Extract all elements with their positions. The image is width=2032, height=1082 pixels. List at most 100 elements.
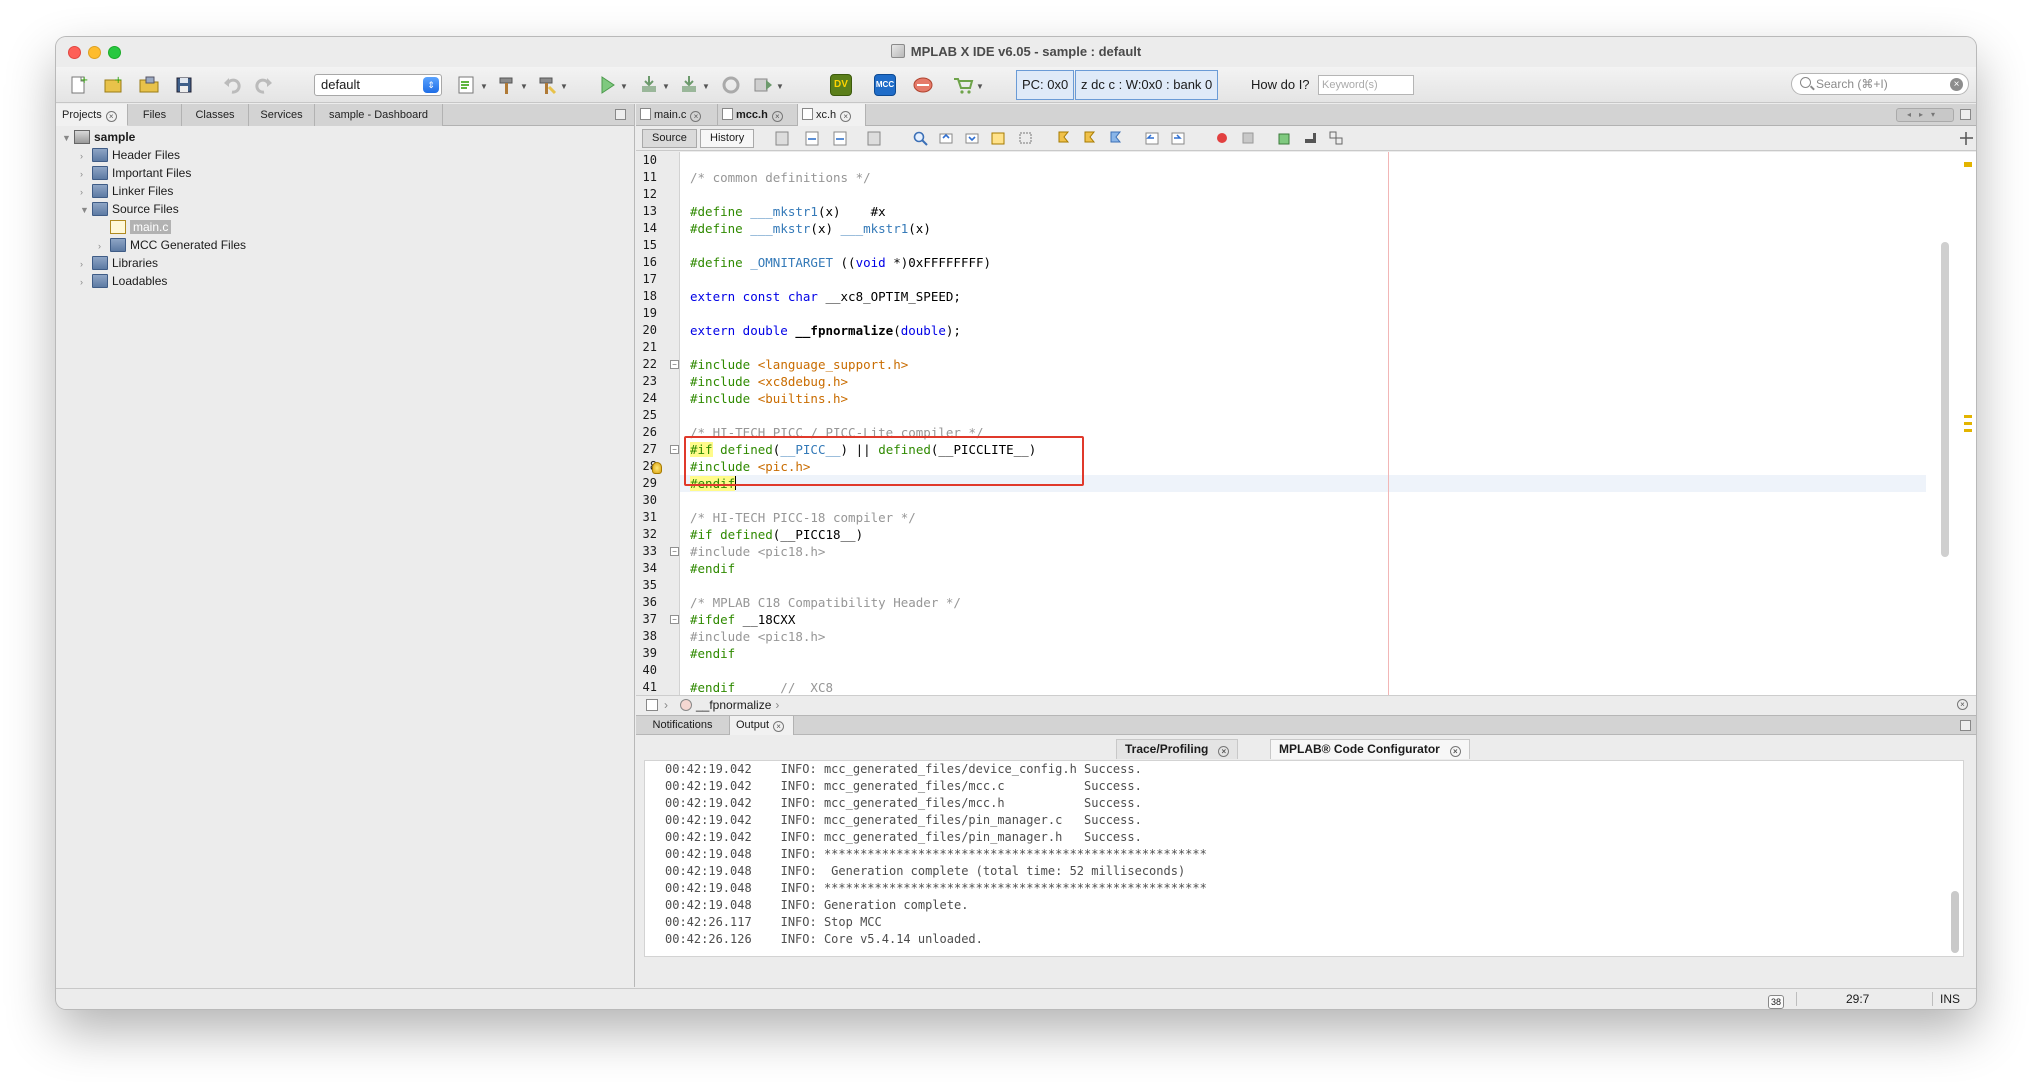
- build-hammer-icon[interactable]: [496, 74, 518, 96]
- find-next-icon[interactable]: [964, 130, 981, 147]
- tree-item-header-files[interactable]: › Header Files: [80, 146, 180, 164]
- annotation-marker[interactable]: [1964, 422, 1972, 425]
- diff-icon[interactable]: [1328, 130, 1345, 147]
- hint-lightbulb-icon[interactable]: [652, 462, 662, 474]
- notifications-indicator[interactable]: 38: [1768, 989, 1784, 1009]
- fold-toggle-icon[interactable]: −: [670, 445, 679, 454]
- previous-bookmark-icon[interactable]: [1056, 130, 1073, 147]
- minimize-panel-icon[interactable]: [615, 109, 626, 120]
- source-view-button[interactable]: Source: [642, 129, 697, 148]
- project-properties-icon[interactable]: [456, 74, 478, 96]
- shift-right-icon[interactable]: [1170, 130, 1187, 147]
- expand-icon[interactable]: ›: [80, 147, 92, 165]
- chevron-down-icon[interactable]: ▼: [620, 82, 628, 91]
- configuration-select[interactable]: default ⇕: [314, 74, 442, 96]
- tab-files[interactable]: Files: [128, 104, 182, 126]
- minimize-panel-icon[interactable]: [1960, 720, 1971, 731]
- last-edit-icon[interactable]: [774, 130, 791, 147]
- tab-trace-profiling[interactable]: Trace/Profiling ×: [1116, 739, 1239, 759]
- search-input[interactable]: Search (⌘+I) ×: [1791, 73, 1969, 95]
- tree-item-source-files[interactable]: ▼ Source Files: [80, 200, 179, 218]
- expand-icon[interactable]: ›: [80, 273, 92, 291]
- toggle-highlight-icon[interactable]: [990, 130, 1007, 147]
- hold-reset-icon[interactable]: [720, 74, 742, 96]
- read-device-icon[interactable]: [752, 74, 774, 96]
- history-view-button[interactable]: History: [700, 129, 755, 148]
- zoom-window-button[interactable]: [108, 46, 121, 59]
- tab-services[interactable]: Services: [249, 104, 315, 126]
- warning-marker[interactable]: [1964, 162, 1972, 167]
- expand-icon[interactable]: ▼: [62, 129, 74, 147]
- keyword-input[interactable]: Keyword(s): [1318, 75, 1414, 95]
- fold-toggle-icon[interactable]: −: [670, 360, 679, 369]
- tab-classes[interactable]: Classes: [182, 104, 249, 126]
- tree-item-mcc-generated-files[interactable]: › MCC Generated Files: [98, 236, 246, 254]
- save-all-icon[interactable]: [174, 74, 196, 96]
- close-icon[interactable]: ×: [105, 111, 117, 122]
- close-icon[interactable]: ×: [773, 721, 785, 732]
- annotation-marker[interactable]: [1964, 415, 1972, 418]
- expand-icon[interactable]: ›: [80, 255, 92, 273]
- close-icon[interactable]: ×: [1218, 746, 1230, 757]
- tree-item-libraries[interactable]: › Libraries: [80, 254, 158, 272]
- close-icon[interactable]: ×: [690, 111, 702, 122]
- chevron-down-icon[interactable]: ▼: [520, 82, 528, 91]
- mcc-button[interactable]: MCC: [874, 74, 896, 96]
- history-nav-icon[interactable]: [866, 130, 883, 147]
- next-bookmark-icon[interactable]: [1082, 130, 1099, 147]
- clean-build-icon[interactable]: [536, 74, 558, 96]
- tab-code-configurator[interactable]: MPLAB® Code Configurator ×: [1270, 739, 1470, 759]
- data-visualizer-button[interactable]: DV: [830, 74, 852, 96]
- debug-project-icon[interactable]: [638, 74, 660, 96]
- redo-icon[interactable]: [252, 74, 274, 96]
- annotation-marker[interactable]: [1964, 429, 1972, 432]
- tree-item-project[interactable]: ▼ sample: [62, 128, 135, 146]
- output-scrollbar[interactable]: [1951, 891, 1959, 953]
- new-project-icon[interactable]: +: [102, 74, 124, 96]
- record-macro-icon[interactable]: [1214, 130, 1231, 147]
- close-window-button[interactable]: [68, 46, 81, 59]
- breadcrumb-function[interactable]: __fpnormalize ›: [680, 696, 779, 714]
- expand-icon[interactable]: ›: [80, 165, 92, 183]
- tab-output[interactable]: Output ×: [730, 716, 794, 735]
- tab-projects[interactable]: Projects ×: [56, 104, 128, 126]
- tab-main-c[interactable]: main.c ×: [636, 104, 718, 126]
- tab-xc-h[interactable]: xc.h ×: [798, 104, 866, 126]
- toggle-bookmark-icon[interactable]: [1108, 130, 1125, 147]
- close-icon[interactable]: ×: [1449, 746, 1461, 757]
- chevron-down-icon[interactable]: ▼: [702, 82, 710, 91]
- program-device-icon[interactable]: [678, 74, 700, 96]
- expand-icon[interactable]: ›: [80, 183, 92, 201]
- tab-dashboard[interactable]: sample - Dashboard: [315, 104, 443, 126]
- close-icon[interactable]: ×: [1957, 699, 1968, 710]
- toggle-rect-select-icon[interactable]: [1018, 130, 1035, 147]
- collapse-icon[interactable]: ▼: [80, 201, 92, 219]
- back-icon[interactable]: [804, 130, 821, 147]
- tree-item-main-c[interactable]: main.c: [110, 218, 172, 236]
- close-icon[interactable]: ×: [840, 111, 852, 122]
- chevron-down-icon[interactable]: ▼: [662, 82, 670, 91]
- fold-toggle-icon[interactable]: −: [670, 547, 679, 556]
- clear-search-icon[interactable]: ×: [1950, 78, 1963, 91]
- harmony-icon[interactable]: [912, 74, 934, 96]
- editor-scrollbar[interactable]: [1941, 242, 1949, 557]
- tab-scroll-arrows[interactable]: ◂▸▾: [1896, 108, 1954, 122]
- find-previous-icon[interactable]: [938, 130, 955, 147]
- stop-macro-icon[interactable]: [1240, 130, 1257, 147]
- new-file-icon[interactable]: +: [68, 74, 90, 96]
- uncomment-icon[interactable]: [1302, 130, 1319, 147]
- open-project-icon[interactable]: [138, 74, 160, 96]
- chevron-down-icon[interactable]: ▼: [480, 82, 488, 91]
- chevron-down-icon[interactable]: ▼: [776, 82, 784, 91]
- output-console[interactable]: 00:42:19.042 INFO: mcc_generated_files/d…: [644, 760, 1964, 957]
- fold-toggle-icon[interactable]: −: [670, 615, 679, 624]
- chevron-down-icon[interactable]: ▼: [976, 82, 984, 91]
- shift-left-icon[interactable]: [1144, 130, 1161, 147]
- forward-icon[interactable]: [832, 130, 849, 147]
- find-icon[interactable]: [912, 130, 929, 147]
- split-editor-icon[interactable]: [1958, 130, 1973, 147]
- minimize-window-button[interactable]: [88, 46, 101, 59]
- tab-mcc-h[interactable]: mcc.h ×: [718, 104, 798, 126]
- tree-item-linker-files[interactable]: › Linker Files: [80, 182, 173, 200]
- cart-icon[interactable]: [952, 74, 974, 96]
